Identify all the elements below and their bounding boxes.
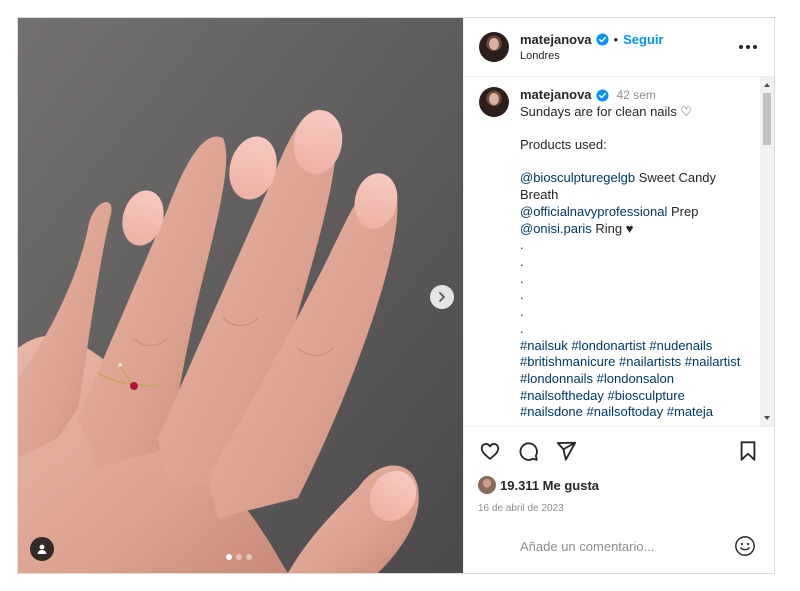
post-dialog: matejanova • Seguir Londres matejanova 4… [17,17,775,574]
hashtag-link[interactable]: #nailsoftoday [587,404,664,419]
chevron-right-icon [439,292,445,302]
hand-photo [18,18,463,573]
caption-text-segment: . [520,287,524,303]
caption-time[interactable]: 42 sem [617,87,656,104]
caption-line: @officialnavyprofessional Prep [520,204,758,221]
comment-input[interactable] [520,538,734,554]
caption-text-segment: . [520,320,524,336]
hashtag-link[interactable]: #mateja [667,404,713,419]
mention-link[interactable]: @officialnavyprofessional [520,204,667,219]
header-separator: • [613,32,619,47]
caption-text-segment: Sundays are for clean nails ♡ [520,103,693,119]
caption-text: Sundays are for clean nails ♡ Products us… [520,104,758,421]
carousel-dot [226,554,232,560]
scroll-up-arrow[interactable] [763,81,771,89]
caption-line: @biosculpturegelgb Sweet Candy [520,170,758,187]
caption-text-segment: . [520,270,524,286]
caption-text-segment: Sweet Candy [635,170,717,186]
caption-line: #nailsoftheday #biosculpture [520,388,758,405]
caption-line: #nailsdone #nailsoftoday #mateja [520,404,758,421]
save-button[interactable] [736,439,760,463]
comment-icon [519,442,538,461]
carousel-indicator [226,554,252,560]
user-tags-button[interactable] [30,537,54,561]
avatar[interactable] [479,32,509,62]
caption-line: @onisi.paris Ring ♥ [520,221,758,238]
caption-line: Products used: [520,137,758,154]
mention-link[interactable]: @onisi.paris [520,221,592,236]
caption-line: . [520,237,758,254]
hashtag-link[interactable]: #londonartist [571,338,645,353]
caption-line: . [520,321,758,338]
carousel-dot [236,554,242,560]
post-header: matejanova • Seguir Londres [464,18,774,77]
heart-icon [480,443,500,460]
caption-line: . [520,254,758,271]
more-icon [739,45,757,49]
post-media[interactable] [18,18,463,573]
comments-area[interactable]: matejanova 42 sem Sundays are for clean … [464,77,774,426]
bookmark-icon [740,441,756,461]
caption-line: . [520,271,758,288]
next-slide-button[interactable] [430,285,454,309]
caption-line: . [520,304,758,321]
verified-icon [596,89,609,102]
scrollbar-thumb[interactable] [763,93,771,145]
post-date[interactable]: 16 de abril de 2023 [478,503,760,514]
more-options-button[interactable] [736,35,760,59]
caption-text-segment: . [520,304,524,320]
follow-button[interactable]: Seguir [623,32,663,47]
hashtag-link[interactable]: #britishmanicure [520,354,615,369]
mention-link[interactable]: @biosculpturegelgb [520,170,635,185]
hashtag-link[interactable]: #londonsalon [597,371,674,386]
hashtag-link[interactable]: #nailsdone [520,404,583,419]
caption-line: #londonnails #londonsalon [520,371,758,388]
comment-button[interactable] [516,439,540,463]
caption-line: #nailsuk #londonartist #nudenails [520,338,758,355]
like-button[interactable] [478,439,502,463]
caption-text-segment: Prep [667,203,699,219]
verified-icon [596,33,609,46]
hashtag-link[interactable]: #nailsuk [520,338,568,353]
emoji-icon[interactable] [734,535,756,557]
caption-line: Breath [520,187,758,204]
caption: matejanova 42 sem Sundays are for clean … [520,87,758,426]
scrollbar[interactable] [760,77,774,426]
caption-line: . [520,287,758,304]
caption-avatar[interactable] [479,87,509,117]
user-tag-icon [37,544,47,554]
hashtag-link[interactable]: #londonnails [520,371,593,386]
share-button[interactable] [554,439,578,463]
caption-text-segment: . [520,254,524,269]
caption-text-segment: Ring ♥ [591,220,634,236]
hashtag-link[interactable]: #nudenails [649,338,712,353]
hashtag-link[interactable]: #nailartist [685,354,741,369]
hashtag-link[interactable]: #nailartists [619,354,681,369]
liker-avatar[interactable] [478,476,496,494]
share-icon [556,441,577,461]
likes-count[interactable]: 19.311 Me gusta [500,478,599,493]
caption-text-segment: Breath [520,187,559,203]
caption-text-segment: . [520,237,524,253]
caption-text-segment: Products used: [520,137,607,153]
header-username[interactable]: matejanova [520,32,592,47]
scroll-down-arrow[interactable] [763,414,771,422]
hashtag-link[interactable]: #nailsoftheday [520,388,604,403]
carousel-dot [246,554,252,560]
caption-line [520,120,758,137]
caption-line: Sundays are for clean nails ♡ [520,104,758,121]
hashtag-link[interactable]: #biosculpture [607,388,684,403]
add-comment-bar [464,518,774,573]
caption-line [520,154,758,171]
caption-username[interactable]: matejanova [520,87,592,104]
post-side-panel: matejanova • Seguir Londres matejanova 4… [463,18,774,573]
post-location[interactable]: Londres [520,50,736,62]
caption-line: #britishmanicure #nailartists #nailartis… [520,354,758,371]
